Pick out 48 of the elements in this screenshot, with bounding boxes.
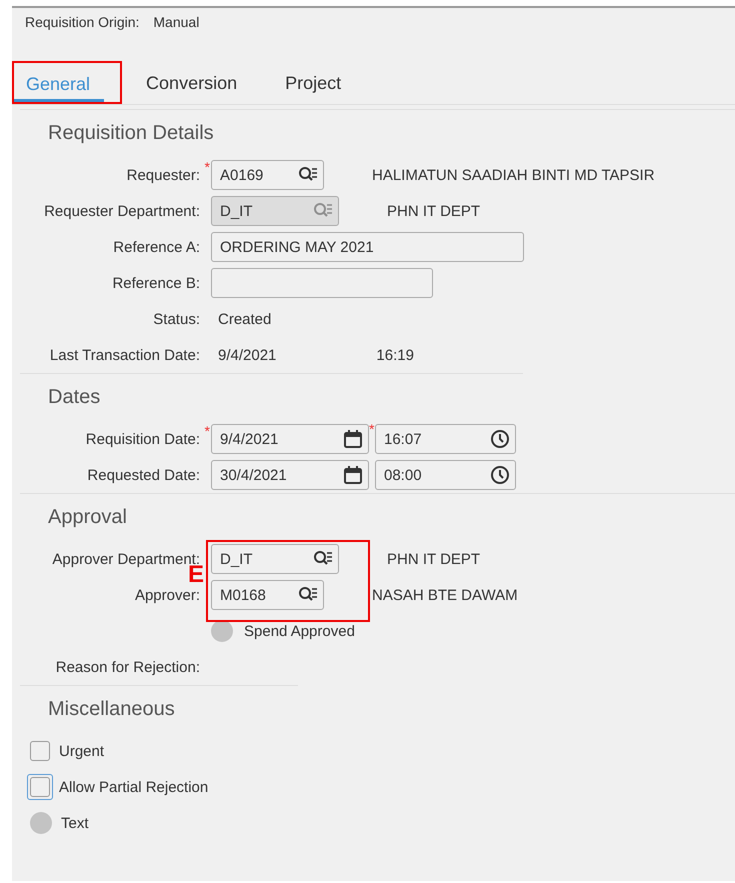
required-mark: * bbox=[204, 422, 210, 438]
date-field[interactable]: 9/4/2021 bbox=[211, 424, 369, 454]
radio-label: Text bbox=[61, 814, 89, 832]
required-mark: * bbox=[369, 421, 374, 437]
date-field[interactable]: 30/4/2021 bbox=[211, 460, 369, 490]
required-mark: * bbox=[204, 158, 210, 174]
time-field[interactable]: 16:07 bbox=[375, 424, 516, 454]
radio-button[interactable] bbox=[30, 812, 52, 834]
description-text: HALIMATUN SAADIAH BINTI MD TAPSIR bbox=[372, 166, 655, 184]
time-text: 16:19 bbox=[376, 346, 414, 364]
origin-value: Manual bbox=[153, 14, 200, 32]
value-text: 9/4/2021 bbox=[217, 346, 276, 364]
checkbox[interactable] bbox=[30, 741, 50, 761]
field-label: Reason for Rejection: bbox=[56, 658, 200, 676]
field-label: Requested Date: bbox=[87, 466, 200, 484]
field-label: Status: bbox=[153, 310, 200, 328]
calendar-icon[interactable] bbox=[343, 429, 363, 449]
section-title: Miscellaneous bbox=[47, 697, 176, 722]
radio-button[interactable] bbox=[211, 620, 233, 642]
field-label: Approver: bbox=[134, 586, 200, 604]
lookup-field[interactable]: D_IT bbox=[211, 544, 339, 574]
section-title: Dates bbox=[47, 385, 102, 410]
origin-label: Requisition Origin: bbox=[25, 14, 140, 32]
text-field[interactable] bbox=[211, 268, 433, 298]
field-label: Reference B: bbox=[112, 274, 200, 292]
lookup-field[interactable]: M0168 bbox=[211, 580, 324, 610]
lookup-field[interactable]: A0169 bbox=[211, 160, 324, 190]
calendar-icon[interactable] bbox=[343, 465, 363, 485]
field-label: Requisition Date: bbox=[86, 430, 200, 448]
field-label: Requester: bbox=[126, 166, 200, 184]
radio-label: Spend Approved bbox=[244, 622, 355, 640]
section-title: Approval bbox=[47, 505, 128, 530]
field-label: Reference A: bbox=[113, 238, 200, 256]
time-field[interactable]: 08:00 bbox=[375, 460, 516, 490]
description-text: PHN IT DEPT bbox=[387, 202, 480, 220]
clock-icon[interactable] bbox=[490, 465, 510, 485]
checkbox-label: Urgent bbox=[59, 742, 104, 760]
field-label: Requester Department: bbox=[44, 202, 200, 220]
value-text: Created bbox=[217, 310, 272, 328]
checkbox-label: Allow Partial Rejection bbox=[59, 778, 208, 796]
tab[interactable]: Project bbox=[273, 61, 356, 102]
text-field[interactable]: ORDERING MAY 2021 bbox=[211, 232, 524, 262]
clock-icon[interactable] bbox=[490, 429, 510, 449]
field-label: Last Transaction Date: bbox=[50, 346, 200, 364]
description-text: PHN IT DEPT bbox=[387, 550, 480, 568]
description-text: NASAH BTE DAWAM bbox=[372, 586, 518, 604]
tab[interactable]: Conversion bbox=[134, 61, 252, 102]
section-title: Requisition Details bbox=[47, 121, 215, 146]
